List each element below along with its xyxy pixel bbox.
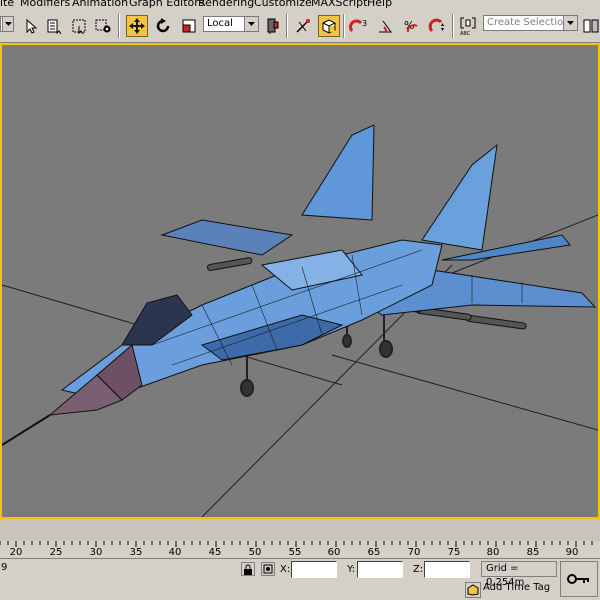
grid-size-display: Grid = 0.254m	[481, 561, 557, 588]
rect-region-icon[interactable]	[68, 15, 90, 37]
rotate-icon[interactable]	[152, 15, 174, 37]
tick-label: 45	[208, 547, 222, 558]
viewport-scene	[2, 124, 598, 517]
edit-named-selections-icon[interactable]: ABC	[457, 15, 479, 37]
tick-label: 70	[407, 547, 421, 558]
angle-snap-icon[interactable]	[374, 15, 396, 37]
z-label: Z:	[413, 564, 424, 575]
tick-label: 90	[565, 547, 579, 558]
add-time-tag-label[interactable]: Add Time Tag	[483, 582, 550, 593]
menu-modifiers[interactable]: Modifiers	[20, 0, 70, 9]
status-bar: 9 X: Y: Z: Grid = 0.254m Add Time Tag	[0, 559, 600, 600]
menu-edit[interactable]: ite	[0, 0, 14, 9]
tick-label: 55	[288, 547, 302, 558]
chevron-down-icon	[563, 16, 577, 30]
tick-label: 20	[9, 547, 23, 558]
time-tag-icon[interactable]	[465, 582, 481, 598]
keyboard-shortcut-icon[interactable]	[318, 15, 340, 37]
tick-label: 40	[168, 547, 182, 558]
spinner-snap-icon[interactable]	[426, 15, 448, 37]
move-icon[interactable]	[126, 15, 148, 37]
tick-label: 85	[526, 547, 540, 558]
tick-label: 65	[367, 547, 381, 558]
key-icon	[567, 574, 589, 584]
menu-maxscript[interactable]: MAXScript	[311, 0, 367, 9]
percent-snap-icon[interactable]: %	[400, 15, 422, 37]
snap-3d-label: 3	[362, 19, 367, 28]
snap-3d-icon[interactable]: 3	[348, 15, 370, 37]
tick-label: 80	[486, 547, 500, 558]
perspective-viewport[interactable]	[0, 43, 600, 519]
tick-label: 25	[49, 547, 63, 558]
lock-selection-icon[interactable]	[241, 562, 255, 576]
menu-bar: ite Modifiers Animation Graph Editors Re…	[0, 0, 600, 9]
chevron-down-icon	[2, 17, 13, 31]
y-coordinate-field[interactable]	[357, 561, 403, 578]
toolbar-separator	[452, 14, 454, 38]
main-toolbar: Local 3 % ABC Create Selection Set	[0, 9, 600, 43]
pivot-icon[interactable]	[262, 15, 284, 37]
y-label: Y:	[347, 564, 356, 575]
tick-label: 75	[447, 547, 461, 558]
x-coordinate-field[interactable]	[291, 561, 337, 578]
aircraft-model	[2, 124, 597, 446]
status-left-text: 9	[1, 562, 8, 573]
absolute-mode-icon[interactable]	[261, 562, 275, 576]
svg-text:ABC: ABC	[460, 31, 471, 36]
toolbar-separator	[343, 14, 345, 38]
select-icon[interactable]	[20, 15, 42, 37]
menu-customize[interactable]: Customize	[254, 0, 312, 9]
time-slider-track[interactable]	[0, 519, 600, 541]
menu-help[interactable]: Help	[367, 0, 392, 9]
reference-coord-value: Local	[207, 18, 233, 29]
tick-label: 60	[327, 547, 341, 558]
manipulate-icon[interactable]	[292, 15, 314, 37]
tick-label: 50	[248, 547, 262, 558]
chevron-down-icon	[244, 17, 258, 31]
selection-filter-dropdown[interactable]	[0, 16, 14, 32]
toolbar-separator	[118, 14, 120, 38]
track-bar-ruler[interactable]: 20 25 30 35 40 45 50 55 60 65 70 75 80 8…	[0, 541, 600, 559]
set-key-button[interactable]	[560, 561, 598, 597]
menu-animation[interactable]: Animation	[72, 0, 128, 9]
mirror-icon[interactable]	[580, 15, 600, 37]
menu-graph-editors[interactable]: Graph Editors	[129, 0, 205, 9]
toolbar-separator	[286, 14, 288, 38]
menu-rendering[interactable]: Rendering	[198, 0, 254, 9]
scale-icon[interactable]	[178, 15, 200, 37]
tick-label: 30	[89, 547, 103, 558]
reference-coord-dropdown[interactable]: Local	[203, 16, 259, 32]
named-selection-set-dropdown[interactable]: Create Selection Set	[483, 15, 578, 31]
select-by-name-icon[interactable]	[44, 15, 66, 37]
window-crossing-icon[interactable]	[92, 15, 114, 37]
tick-label: 35	[129, 547, 143, 558]
x-label: X:	[280, 564, 291, 575]
z-coordinate-field[interactable]	[424, 561, 470, 578]
